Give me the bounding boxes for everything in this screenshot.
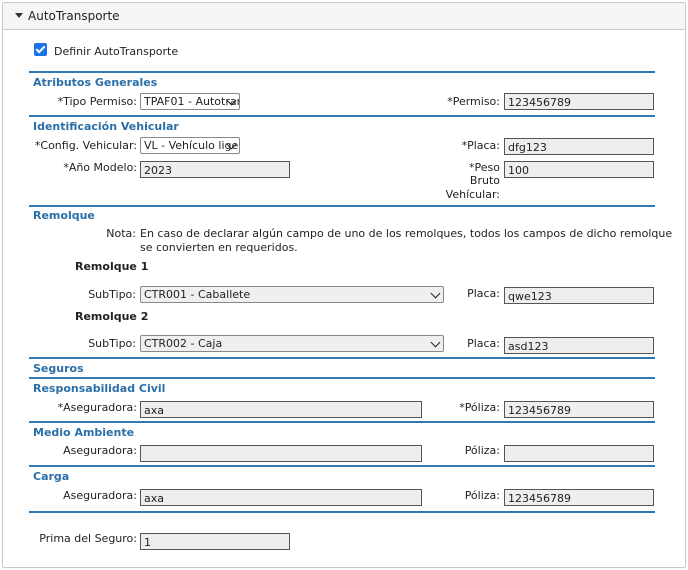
carga-poliza-label: Póliza: [464,489,500,502]
civil-poliza-input[interactable]: 123456789 [504,401,654,418]
peso-bruto-label-1: *Peso [469,161,500,174]
tipo-permiso-select[interactable]: TPAF01 - Autotransporte Federal [140,93,240,110]
ambiente-poliza-input[interactable] [504,445,654,462]
nota-label: Nota: [106,227,136,240]
config-vehicular-select[interactable]: VL - Vehículo ligero de carga [140,137,240,154]
panel-title: AutoTransporte [28,9,120,23]
section-divider [29,71,655,73]
r1-subtipo-value: CTR001 - Caballete [144,288,251,301]
medio-ambiente-title: Medio Ambiente [33,426,135,439]
r1-placa-input[interactable]: qwe123 [504,287,654,304]
section-divider [29,115,655,117]
r2-subtipo-label: SubTipo: [88,337,136,350]
peso-bruto-label-3: Vehícular: [445,188,500,201]
permiso-input[interactable]: 123456789 [504,93,654,110]
prima-seguro-label: Prima del Seguro: [39,532,137,545]
config-vehicular-value: VL - Vehículo ligero de carga [144,139,239,152]
tipo-permiso-value: TPAF01 - Autotransporte Federal [144,95,239,108]
nota-text-line2: se convierten en requeridos. [140,241,298,254]
ambiente-aseguradora-label: Aseguradora: [63,444,137,457]
config-vehicular-label: *Config. Vehicular: [34,139,137,152]
atributos-generales-title: Atributos Generales [33,76,158,89]
caret-down-icon[interactable] [15,13,23,18]
civil-aseguradora-label: *Aseguradora: [57,401,137,414]
placa-label: *Placa: [461,139,500,152]
carga-poliza-input[interactable]: 123456789 [504,489,654,506]
responsabilidad-civil-title: Responsabilidad Civil [33,382,166,395]
civil-aseguradora-input[interactable]: axa [140,401,422,418]
r1-subtipo-label: SubTipo: [88,288,136,301]
chevron-down-icon [430,288,441,299]
section-divider [29,421,655,423]
identificacion-vehicular-title: Identificación Vehicular [33,120,179,133]
anio-modelo-label: *Año Modelo: [63,161,137,174]
definir-autotransporte-checkbox[interactable] [34,43,47,56]
r2-subtipo-value: CTR002 - Caja [144,337,223,350]
r1-subtipo-select[interactable]: CTR001 - Caballete [140,286,444,303]
permiso-label: *Permiso: [447,95,500,108]
ambiente-poliza-label: Póliza: [464,444,500,457]
tipo-permiso-label: *Tipo Permiso: [57,95,137,108]
chevron-down-icon [430,337,441,348]
anio-modelo-input[interactable]: 2023 [140,161,290,178]
r2-placa-label: Placa: [467,337,500,350]
carga-title: Carga [33,470,70,483]
section-divider [29,511,655,513]
carga-aseguradora-label: Aseguradora: [63,489,137,502]
ambiente-aseguradora-input[interactable] [140,445,422,462]
remolque-title: Remolque [33,209,95,222]
section-divider [29,357,655,359]
section-divider [29,377,655,379]
r1-placa-label: Placa: [467,287,500,300]
panel-header[interactable]: AutoTransporte [3,3,685,30]
definir-autotransporte-label: Definir AutoTransporte [54,45,179,58]
remolque-1-title: Remolque 1 [75,260,149,273]
section-divider [29,465,655,467]
remolque-2-title: Remolque 2 [75,310,149,323]
seguros-title: Seguros [33,362,84,375]
placa-input[interactable]: dfg123 [504,138,654,155]
carga-aseguradora-input[interactable]: axa [140,489,422,506]
prima-seguro-input[interactable]: 1 [140,533,290,550]
peso-bruto-label-2: Bruto [469,174,500,187]
section-divider [29,205,655,207]
nota-text-line1: En caso de declarar algún campo de uno d… [140,227,673,240]
civil-poliza-label: *Póliza: [459,401,500,414]
r2-subtipo-select[interactable]: CTR002 - Caja [140,335,444,352]
r2-placa-input[interactable]: asd123 [504,337,654,354]
peso-bruto-input[interactable]: 100 [504,161,654,178]
